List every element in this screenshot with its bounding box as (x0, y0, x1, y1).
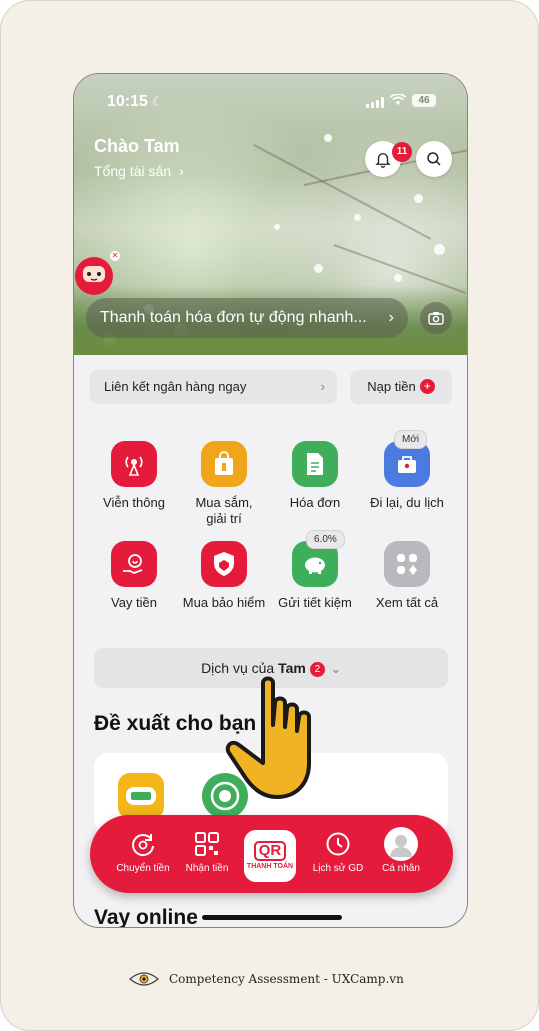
shopping-bag-icon (201, 441, 247, 487)
total-assets-link[interactable]: Tổng tài sản › (94, 163, 184, 179)
autopay-banner[interactable]: Thanh toán hóa đơn tự động nhanh... › (86, 298, 408, 338)
service-label: Mua sắm, giải trí (195, 495, 253, 526)
footer-text: Competency Assessment - UXCamp.vn (169, 972, 404, 986)
new-badge: Mới (394, 430, 428, 449)
chevron-right-icon: › (320, 379, 325, 394)
loan-icon (111, 541, 157, 587)
document-icon (292, 441, 338, 487)
pointing-hand-icon (225, 676, 311, 799)
service-label: Gửi tiết kiệm (278, 595, 352, 610)
status-bar: 10:15 ☾ 46 (74, 92, 467, 114)
camera-button[interactable] (420, 302, 452, 334)
service-label: Đi lại, du lịch (370, 495, 444, 510)
transfer-icon (112, 829, 174, 859)
service-travel[interactable]: Đi lại, du lịch (359, 441, 455, 511)
qr-payment-button[interactable]: QR THANH TOÁN (244, 830, 296, 882)
notification-count-badge: 11 (392, 142, 412, 162)
hero-banner: 10:15 ☾ 46 Chào Tam Tổng tài sản › 11 ✕ … (74, 74, 467, 355)
nav-label: Cá nhân (382, 863, 420, 874)
qr-sublabel: THANH TOÁN (246, 863, 294, 870)
nav-transfer[interactable]: Chuyển tiền (112, 829, 174, 874)
grid-icon (384, 541, 430, 587)
service-label: Vay tiền (110, 595, 157, 610)
service-savings[interactable]: Gửi tiết kiệm (267, 541, 363, 611)
moon-icon: ☾ (152, 94, 164, 109)
game-app-icon[interactable] (118, 773, 164, 819)
nav-history[interactable]: Lịch sử GD (307, 829, 369, 874)
broadcast-icon (111, 441, 157, 487)
search-icon (427, 152, 441, 166)
frame-background: 10:15 ☾ 46 Chào Tam Tổng tài sản › 11 ✕ … (0, 0, 539, 1031)
plus-icon: + (419, 379, 435, 394)
nav-label: Chuyển tiền (116, 863, 170, 874)
avatar-icon (370, 827, 432, 861)
bell-icon (375, 153, 391, 168)
service-label: Hóa đơn (289, 495, 341, 510)
status-time: 10:15 (107, 93, 148, 110)
service-see-all[interactable]: Xem tất cả (359, 541, 455, 611)
signal-icon (366, 97, 384, 108)
topup-button[interactable]: Nạp tiền + (350, 370, 452, 404)
service-label: Mua bảo hiểm (182, 595, 266, 610)
greeting-title: Chào Tam (94, 136, 180, 156)
history-icon (307, 829, 369, 859)
service-shopping[interactable]: Mua sắm, giải trí (176, 441, 272, 527)
service-bills[interactable]: Hóa đơn (267, 441, 363, 511)
service-label: Viễn thông (103, 495, 165, 510)
footer: Competency Assessment - UXCamp.vn (129, 967, 429, 991)
link-bank-button[interactable]: Liên kết ngân hàng ngay › (90, 370, 337, 404)
nav-label: Lịch sử GD (312, 863, 364, 874)
service-telecom[interactable]: Viễn thông (86, 441, 182, 511)
total-assets-label: Tổng tài sản (94, 163, 172, 179)
close-icon[interactable]: ✕ (110, 251, 120, 261)
eye-logo-icon (129, 972, 159, 986)
service-label: Xem tất cả (375, 595, 439, 610)
search-button[interactable] (416, 141, 452, 177)
autopay-banner-text: Thanh toán hóa đơn tự động nhanh... (100, 309, 367, 326)
nav-profile[interactable]: Cá nhân (370, 827, 432, 874)
interest-rate-badge: 6.0% (306, 530, 345, 549)
chevron-right-icon: › (388, 309, 394, 326)
wifi-icon (389, 93, 407, 109)
link-bank-label: Liên kết ngân hàng ngay (104, 379, 247, 394)
camera-icon (428, 312, 444, 325)
qr-receive-icon (176, 829, 238, 859)
battery-indicator: 46 (412, 94, 436, 107)
service-loan[interactable]: Vay tiền (86, 541, 182, 611)
home-indicator (202, 915, 342, 920)
shield-icon (201, 541, 247, 587)
nav-receive[interactable]: Nhận tiền (176, 829, 238, 874)
bottom-navigation: Chuyển tiền Nhận tiền QR THANH TOÁN Lịch… (90, 815, 453, 893)
topup-label: Nạp tiền (367, 379, 416, 394)
service-insurance[interactable]: Mua bảo hiểm (176, 541, 272, 611)
nav-label: Nhận tiền (185, 863, 229, 874)
qr-label: QR (253, 841, 287, 861)
chevron-right-icon: › (179, 163, 184, 179)
loan-section-title: Vay online (94, 906, 198, 928)
